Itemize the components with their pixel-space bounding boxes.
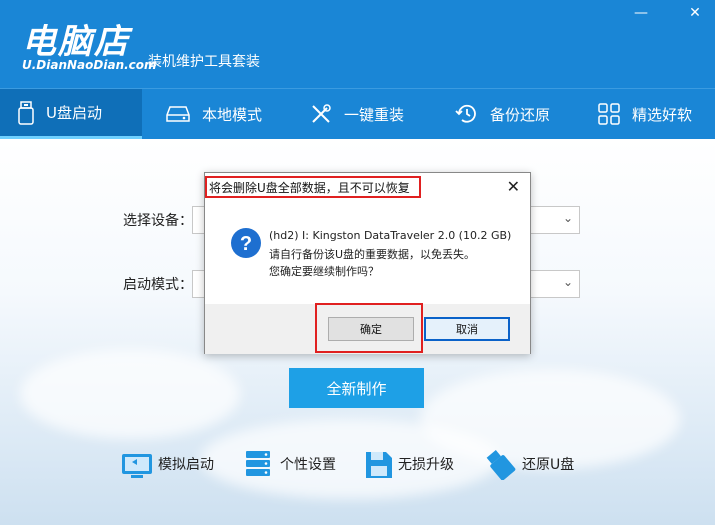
window-close-button[interactable]: ✕ xyxy=(684,3,706,23)
dialog-close-button[interactable]: ✕ xyxy=(507,177,520,196)
restore-clock-icon xyxy=(455,104,476,123)
nav-label: 备份还原 xyxy=(490,105,551,124)
device-label: 选择设备： xyxy=(123,213,193,229)
minimize-button[interactable]: — xyxy=(630,3,652,23)
usb-restore-icon xyxy=(486,450,516,480)
mode-label: 启动模式： xyxy=(123,277,193,293)
nav-label: 一键重装 xyxy=(344,105,405,124)
nav-item-local-mode[interactable]: 本地模式 xyxy=(148,89,288,139)
tool-label: 还原U盘 xyxy=(522,457,575,473)
tool-personalize[interactable]: 个性设置 xyxy=(244,448,336,480)
monitor-simulate-icon xyxy=(122,454,152,478)
cancel-button[interactable]: 取消 xyxy=(424,317,510,341)
usb-drive-icon xyxy=(18,100,34,125)
floppy-upgrade-icon xyxy=(366,452,392,478)
app-grid-icon xyxy=(598,103,620,125)
logo-title: 电脑店 xyxy=(22,22,130,62)
logo-url: U.DianNaoDian.com xyxy=(22,58,157,72)
confirm-dialog: 将会删除U盘全部数据，且不可以恢复 ✕ ? (hd2) I: Kingston … xyxy=(204,172,531,354)
ok-highlight-box xyxy=(315,303,423,353)
nav-label: 精选好软 xyxy=(632,105,693,124)
dialog-message-device: (hd2) I: Kingston DataTraveler 2.0 (10.2… xyxy=(269,229,512,242)
tools-icon xyxy=(312,104,331,123)
tool-label: 无损升级 xyxy=(398,457,454,473)
tool-restore-usb[interactable]: 还原U盘 xyxy=(484,448,574,480)
app-header: 电脑店 U.DianNaoDian.com 装机维护工具套装 — ✕ xyxy=(0,0,715,88)
nav-label: U盘启动 xyxy=(46,104,102,122)
app-tagline: 装机维护工具套装 xyxy=(148,54,260,70)
nav-label: 本地模式 xyxy=(202,105,263,124)
dialog-title: 将会删除U盘全部数据，且不可以恢复 xyxy=(209,181,410,195)
nav-item-backup-restore[interactable]: 备份还原 xyxy=(436,89,576,139)
svg-text:?: ? xyxy=(240,233,252,255)
create-new-button[interactable]: 全新制作 xyxy=(289,368,424,408)
tool-label: 个性设置 xyxy=(280,457,336,473)
cloud-decoration xyxy=(20,349,240,439)
nav-item-recommended-software[interactable]: 精选好软 xyxy=(580,89,715,139)
dialog-message-backup: 请自行备份该U盘的重要数据，以免丢失。 xyxy=(269,248,476,261)
chevron-down-icon: ⌄ xyxy=(562,211,573,225)
hard-disk-icon xyxy=(166,106,190,122)
chevron-down-icon: ⌄ xyxy=(562,275,573,289)
main-nav: U盘启动 本地模式 一键重装 备份还原 精选好软 xyxy=(0,88,715,139)
tool-label: 模拟启动 xyxy=(158,457,214,473)
tool-lossless-upgrade[interactable]: 无损升级 xyxy=(364,448,454,480)
server-settings-icon xyxy=(246,451,270,476)
question-icon: ? xyxy=(231,228,261,258)
tool-simulate-boot[interactable]: 模拟启动 xyxy=(120,448,214,480)
nav-item-usb-boot[interactable]: U盘启动 xyxy=(0,89,142,139)
dialog-message-confirm: 您确定要继续制作吗？ xyxy=(269,265,379,278)
nav-item-one-click-reinstall[interactable]: 一键重装 xyxy=(292,89,432,139)
